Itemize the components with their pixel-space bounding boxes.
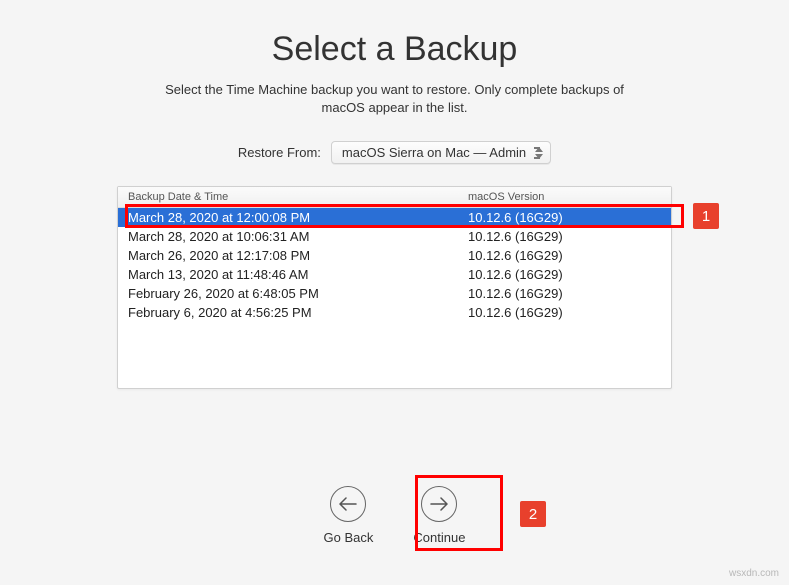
page-title: Select a Backup — [0, 30, 789, 69]
backup-version-cell: 10.12.6 (16G29) — [468, 305, 661, 320]
backup-date-cell: February 26, 2020 at 6:48:05 PM — [128, 286, 468, 301]
go-back-label: Go Back — [324, 530, 374, 545]
restore-from-label: Restore From: — [238, 145, 321, 160]
watermark-text: wsxdn.com — [729, 568, 779, 579]
backup-version-cell: 10.12.6 (16G29) — [468, 210, 661, 225]
backup-version-cell: 10.12.6 (16G29) — [468, 248, 661, 263]
backup-version-cell: 10.12.6 (16G29) — [468, 267, 661, 282]
arrow-right-icon — [421, 486, 457, 522]
continue-label: Continue — [413, 530, 465, 545]
column-header-date[interactable]: Backup Date & Time — [128, 191, 468, 203]
table-row[interactable]: February 6, 2020 at 4:56:25 PM10.12.6 (1… — [118, 303, 671, 322]
restore-from-select[interactable]: macOS Sierra on Mac — Admin — [331, 141, 551, 164]
table-body: March 28, 2020 at 12:00:08 PM10.12.6 (16… — [118, 208, 671, 388]
annotation-badge-2: 2 — [520, 501, 546, 527]
table-row[interactable]: March 28, 2020 at 12:00:08 PM10.12.6 (16… — [118, 208, 671, 227]
backup-date-cell: March 13, 2020 at 11:48:46 AM — [128, 267, 468, 282]
table-row[interactable]: March 13, 2020 at 11:48:46 AM10.12.6 (16… — [118, 265, 671, 284]
annotation-badge-1: 1 — [693, 203, 719, 229]
backup-list-panel: Backup Date & Time macOS Version March 2… — [117, 186, 672, 389]
table-row[interactable]: March 28, 2020 at 10:06:31 AM10.12.6 (16… — [118, 227, 671, 246]
column-header-version[interactable]: macOS Version — [468, 191, 661, 203]
go-back-button[interactable]: Go Back — [324, 486, 374, 545]
bottom-button-bar: Go Back Continue — [0, 486, 789, 545]
backup-version-cell: 10.12.6 (16G29) — [468, 286, 661, 301]
restore-from-value: macOS Sierra on Mac — Admin — [342, 145, 526, 160]
backup-date-cell: March 28, 2020 at 10:06:31 AM — [128, 229, 468, 244]
updown-chevron-icon — [535, 147, 543, 159]
continue-button[interactable]: Continue — [413, 486, 465, 545]
page-subtitle: Select the Time Machine backup you want … — [150, 81, 640, 117]
backup-date-cell: March 26, 2020 at 12:17:08 PM — [128, 248, 468, 263]
backup-date-cell: March 28, 2020 at 12:00:08 PM — [128, 210, 468, 225]
restore-from-row: Restore From: macOS Sierra on Mac — Admi… — [0, 141, 789, 164]
arrow-left-icon — [330, 486, 366, 522]
table-header-row: Backup Date & Time macOS Version — [118, 187, 671, 208]
table-row[interactable]: February 26, 2020 at 6:48:05 PM10.12.6 (… — [118, 284, 671, 303]
backup-date-cell: February 6, 2020 at 4:56:25 PM — [128, 305, 468, 320]
backup-version-cell: 10.12.6 (16G29) — [468, 229, 661, 244]
table-row[interactable]: March 26, 2020 at 12:17:08 PM10.12.6 (16… — [118, 246, 671, 265]
